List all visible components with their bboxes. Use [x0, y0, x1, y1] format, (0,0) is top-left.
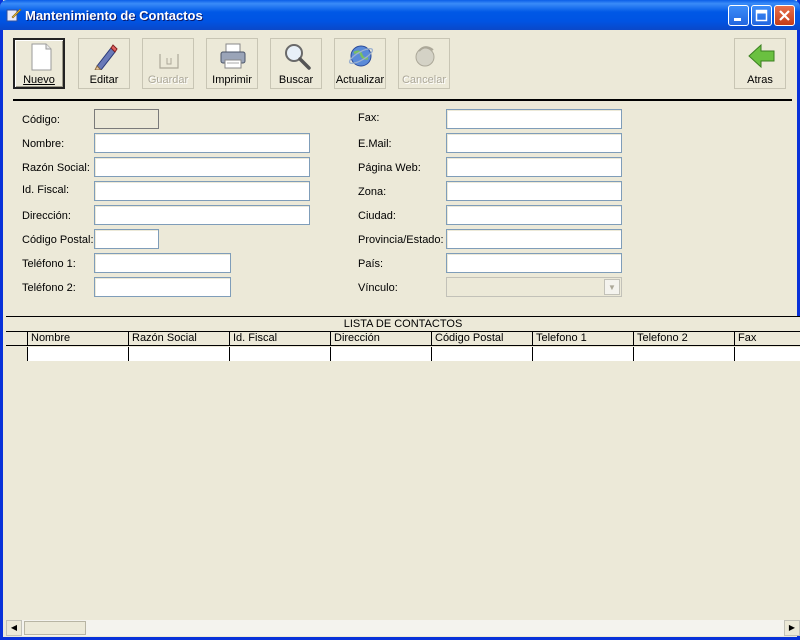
grid-caption: LISTA DE CONTACTOS	[6, 317, 800, 332]
scroll-right-icon[interactable]: ▶	[784, 620, 800, 636]
editar-label: Editar	[89, 74, 119, 86]
table-row[interactable]	[6, 347, 800, 361]
column-header-razon-social[interactable]: Razón Social	[128, 332, 229, 346]
table-cell[interactable]	[128, 347, 229, 361]
pencil-icon	[94, 44, 118, 70]
web-label: Página Web:	[358, 162, 421, 174]
pais-field[interactable]	[446, 253, 622, 273]
vinculo-select[interactable]: ▼	[446, 277, 622, 297]
vinculo-label: Vínculo:	[358, 282, 398, 294]
telefono2-label: Teléfono 2:	[22, 282, 76, 294]
close-button[interactable]	[774, 5, 795, 26]
provincia-field[interactable]	[446, 229, 622, 249]
telefono2-field[interactable]	[94, 277, 231, 297]
minimize-button[interactable]	[728, 5, 749, 26]
app-icon	[6, 8, 22, 22]
ciudad-label: Ciudad:	[358, 210, 396, 222]
id-fiscal-field[interactable]	[94, 181, 310, 201]
window-title: Mantenimiento de Contactos	[25, 8, 203, 23]
save-icon	[159, 54, 179, 69]
actualizar-label: Actualizar	[335, 74, 385, 86]
zona-label: Zona:	[358, 186, 387, 198]
minimize-icon	[734, 18, 741, 21]
atras-label: Atras	[747, 74, 773, 86]
nombre-field[interactable]	[94, 133, 310, 153]
scrollbar-thumb[interactable]	[24, 621, 86, 635]
id-fiscal-label: Id. Fiscal:	[22, 184, 70, 196]
nombre-label: Nombre:	[22, 138, 65, 150]
column-header-nombre[interactable]: Nombre	[27, 332, 128, 346]
toolbar-separator	[13, 99, 792, 101]
razon-social-field[interactable]	[94, 157, 310, 177]
close-icon	[779, 10, 790, 21]
table-cell[interactable]	[229, 347, 330, 361]
row-selector[interactable]	[6, 347, 27, 361]
fax-label: Fax:	[358, 112, 380, 124]
email-field[interactable]	[446, 133, 622, 153]
column-header-telefono2[interactable]: Telefono 2	[633, 332, 734, 346]
table-cell[interactable]	[633, 347, 734, 361]
row-selector-header	[6, 332, 27, 346]
atras-button[interactable]: Atras	[734, 38, 786, 89]
web-field[interactable]	[446, 157, 622, 177]
nuevo-button[interactable]: Nuevo	[13, 38, 65, 89]
cancelar-button[interactable]: Cancelar	[398, 38, 450, 89]
cancelar-label: Cancelar	[401, 74, 447, 86]
refresh-globe-icon	[348, 45, 374, 67]
column-header-telefono1[interactable]: Telefono 1	[532, 332, 633, 346]
search-icon	[285, 44, 311, 70]
codigo-postal-field[interactable]	[94, 229, 159, 249]
table-cell[interactable]	[532, 347, 633, 361]
maximize-button[interactable]	[751, 5, 772, 26]
contacts-window: Mantenimiento de Contactos Nuevo Editar	[0, 0, 800, 640]
codigo-field[interactable]	[94, 109, 159, 129]
buscar-label: Buscar	[278, 74, 314, 86]
table-cell[interactable]	[734, 347, 800, 361]
chevron-down-icon[interactable]: ▼	[604, 279, 620, 295]
direccion-label: Dirección:	[22, 210, 71, 222]
column-header-codigo-postal[interactable]: Código Postal	[431, 332, 532, 346]
column-header-direccion[interactable]: Dirección	[330, 332, 431, 346]
column-header-fax[interactable]: Fax	[734, 332, 800, 346]
imprimir-label: Imprimir	[212, 74, 252, 86]
contacts-grid[interactable]: LISTA DE CONTACTOS Nombre Razón Social I…	[6, 316, 800, 622]
table-cell[interactable]	[330, 347, 431, 361]
table-cell[interactable]	[431, 347, 532, 361]
email-label: E.Mail:	[358, 138, 392, 150]
table-cell[interactable]	[27, 347, 128, 361]
new-document-icon	[31, 43, 52, 71]
back-arrow-icon	[748, 43, 775, 69]
guardar-label: Guardar	[147, 74, 189, 86]
title-bar[interactable]: Mantenimiento de Contactos	[0, 0, 800, 30]
imprimir-button[interactable]: Imprimir	[206, 38, 258, 89]
grid-header: Nombre Razón Social Id. Fiscal Dirección…	[6, 332, 800, 346]
guardar-button[interactable]: Guardar	[142, 38, 194, 89]
scroll-left-icon[interactable]: ◀	[6, 620, 22, 636]
telefono1-label: Teléfono 1:	[22, 258, 76, 270]
editar-button[interactable]: Editar	[78, 38, 130, 89]
codigo-label: Código:	[22, 114, 60, 126]
direccion-field[interactable]	[94, 205, 310, 225]
horizontal-scrollbar[interactable]: ◀ ▶	[6, 620, 800, 636]
codigo-postal-label: Código Postal:	[22, 234, 94, 246]
column-header-id-fiscal[interactable]: Id. Fiscal	[229, 332, 330, 346]
telefono1-field[interactable]	[94, 253, 231, 273]
razon-social-label: Razón Social:	[22, 162, 90, 174]
ciudad-field[interactable]	[446, 205, 622, 225]
buscar-button[interactable]: Buscar	[270, 38, 322, 89]
nuevo-label: Nuevo	[23, 74, 55, 86]
zona-field[interactable]	[446, 181, 622, 201]
fax-field[interactable]	[446, 109, 622, 129]
printer-icon	[220, 43, 246, 69]
provincia-label: Provincia/Estado:	[358, 234, 444, 246]
cancel-icon	[415, 46, 435, 67]
actualizar-button[interactable]: Actualizar	[334, 38, 386, 89]
pais-label: País:	[358, 258, 384, 270]
maximize-icon	[755, 9, 768, 22]
